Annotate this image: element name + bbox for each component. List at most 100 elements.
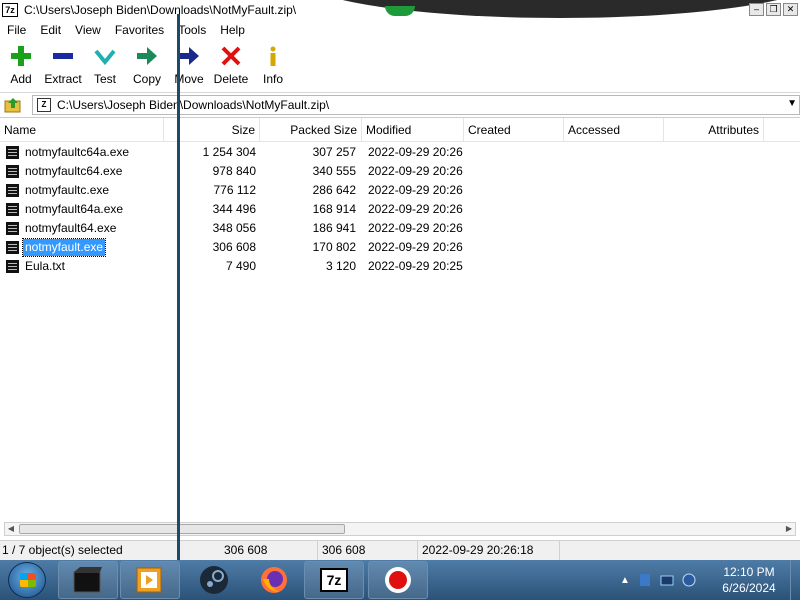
address-bar: Z C:\Users\Joseph Biden\Downloads\NotMyF… — [0, 92, 800, 116]
restore-icon[interactable]: ❐ — [766, 3, 781, 16]
move-arrow-icon — [178, 45, 200, 67]
steam-icon — [200, 566, 228, 594]
zip-icon: Z — [37, 98, 51, 112]
taskbar-media-player[interactable] — [120, 561, 180, 599]
exe-file-icon — [6, 165, 19, 178]
clock-date: 6/26/2024 — [722, 581, 776, 595]
7zip-app-icon: 7z — [2, 3, 18, 17]
horizontal-scrollbar[interactable]: ◀ ▶ — [4, 522, 796, 536]
file-modified: 2022-09-29 20:25 — [368, 259, 463, 273]
copy-arrow-icon — [136, 45, 158, 67]
taskbar-clock[interactable]: 12:10 PM 6/26/2024 — [712, 564, 786, 596]
menu-view[interactable]: View — [68, 23, 108, 37]
column-header-packed-size[interactable]: Packed Size — [260, 118, 362, 142]
taskbar-explorer[interactable] — [58, 561, 118, 599]
column-header-modified[interactable]: Modified — [362, 118, 464, 142]
explorer-icon — [73, 567, 102, 593]
file-size: 344 496 — [212, 202, 256, 216]
taskbar-firefox[interactable] — [244, 561, 304, 599]
menu-favorites[interactable]: Favorites — [108, 23, 171, 37]
status-packed-size: 306 608 — [320, 541, 418, 560]
file-packed-size: 3 120 — [325, 259, 356, 273]
network-icon[interactable] — [660, 573, 674, 587]
clock-time: 12:10 PM — [723, 565, 775, 579]
firefox-icon — [261, 567, 287, 593]
table-row[interactable]: notmyfault64a.exe 344 496 168 914 2022-0… — [0, 200, 800, 219]
file-size: 306 608 — [212, 240, 256, 254]
toolbar: Add Extract Test Copy Move Delete Info — [0, 40, 800, 92]
move-button[interactable]: Move — [168, 40, 210, 92]
test-button[interactable]: Test — [84, 40, 126, 92]
tray-app-icon[interactable] — [638, 573, 652, 587]
file-size: 978 840 — [212, 164, 256, 178]
table-row[interactable]: notmyfaultc.exe 776 112 286 642 2022-09-… — [0, 181, 800, 200]
address-path: C:\Users\Joseph Biden\Downloads\NotMyFau… — [57, 98, 330, 112]
volume-icon[interactable] — [682, 573, 696, 587]
start-button[interactable] — [8, 562, 46, 598]
file-name: notmyfault.exe — [21, 238, 107, 257]
table-row[interactable]: notmyfaultc64.exe 978 840 340 555 2022-0… — [0, 162, 800, 181]
table-row[interactable]: notmyfaultc64a.exe 1 254 304 307 257 202… — [0, 143, 800, 162]
exe-file-icon — [6, 146, 19, 159]
minimize-icon[interactable]: – — [749, 3, 764, 16]
txt-file-icon — [6, 260, 19, 273]
add-button[interactable]: Add — [0, 40, 42, 92]
table-row-selected[interactable]: notmyfault.exe 306 608 170 802 2022-09-2… — [0, 238, 800, 257]
info-button[interactable]: Info — [252, 40, 294, 92]
column-header-attributes[interactable]: Attributes — [664, 118, 764, 142]
system-tray: ▲ — [620, 560, 696, 600]
address-field[interactable]: Z C:\Users\Joseph Biden\Downloads\NotMyF… — [32, 95, 800, 115]
file-size: 1 254 304 — [202, 145, 256, 159]
exe-file-icon — [6, 184, 19, 197]
column-header-created[interactable]: Created — [464, 118, 564, 142]
add-label: Add — [10, 72, 32, 86]
column-header-accessed[interactable]: Accessed — [564, 118, 664, 142]
menu-bar: File Edit View Favorites Tools Help — [0, 20, 800, 40]
show-desktop-button[interactable] — [790, 560, 800, 600]
delete-button[interactable]: Delete — [210, 40, 252, 92]
scroll-left-icon[interactable]: ◀ — [5, 523, 17, 535]
info-icon — [262, 45, 284, 67]
copy-button[interactable]: Copy — [126, 40, 168, 92]
file-name: notmyfault64.exe — [25, 221, 117, 235]
file-size: 348 056 — [212, 221, 256, 235]
close-icon[interactable]: ✕ — [783, 3, 798, 16]
file-size: 7 490 — [225, 259, 256, 273]
file-name: notmyfaultc64a.exe — [25, 145, 130, 159]
file-modified: 2022-09-29 20:26 — [368, 164, 463, 178]
minus-icon — [52, 45, 74, 67]
exe-file-icon — [6, 241, 19, 254]
taskbar-steam[interactable] — [184, 561, 244, 599]
x-icon — [220, 45, 242, 67]
scroll-right-icon[interactable]: ▶ — [783, 523, 795, 535]
folder-up-button[interactable] — [0, 94, 26, 116]
folder-up-icon — [4, 97, 21, 112]
plus-icon — [10, 45, 32, 67]
status-selection: 1 / 7 object(s) selected — [0, 541, 180, 560]
record-icon — [385, 567, 411, 593]
chevron-down-icon[interactable]: ▼ — [787, 98, 797, 109]
column-header-name[interactable]: Name — [0, 118, 164, 142]
taskbar-recorder[interactable] — [368, 561, 428, 599]
taskbar-7zip[interactable]: 7z — [304, 561, 364, 599]
file-modified: 2022-09-29 20:26 — [368, 202, 463, 216]
table-row[interactable]: notmyfault64.exe 348 056 186 941 2022-09… — [0, 219, 800, 238]
status-modified: 2022-09-29 20:26:18 — [420, 541, 560, 560]
exe-file-icon — [6, 222, 19, 235]
overlay-divider-line — [177, 14, 180, 600]
info-label: Info — [262, 72, 283, 86]
scrollbar-thumb[interactable] — [19, 524, 345, 534]
status-size: 306 608 — [222, 541, 318, 560]
table-row[interactable]: Eula.txt 7 490 3 120 2022-09-29 20:25 — [0, 257, 800, 276]
extract-button[interactable]: Extract — [42, 40, 84, 92]
windows-logo-icon — [20, 573, 36, 587]
file-packed-size: 307 257 — [312, 145, 356, 159]
menu-file[interactable]: File — [0, 23, 33, 37]
tray-expand-icon[interactable]: ▲ — [620, 575, 630, 586]
file-packed-size: 186 941 — [312, 221, 356, 235]
menu-edit[interactable]: Edit — [33, 23, 68, 37]
file-list: Name Size Packed Size Modified Created A… — [0, 117, 800, 540]
column-headers: Name Size Packed Size Modified Created A… — [0, 118, 800, 142]
menu-help[interactable]: Help — [213, 23, 252, 37]
title-bar: 7z C:\Users\Joseph Biden\Downloads\NotMy… — [0, 0, 800, 20]
